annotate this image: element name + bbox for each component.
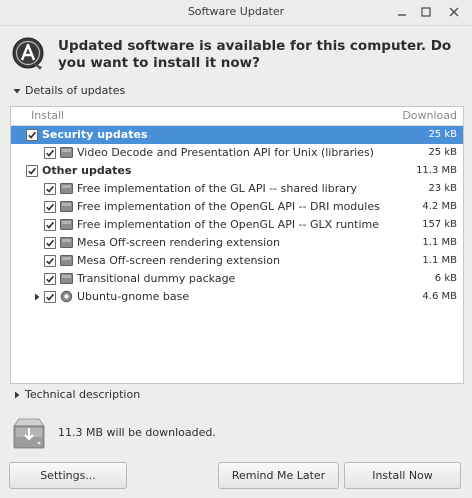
technical-description-expander[interactable]: Technical description xyxy=(12,388,140,401)
package-icon xyxy=(60,147,73,158)
close-button[interactable] xyxy=(444,2,464,22)
expander-closed-icon xyxy=(15,391,20,398)
close-icon xyxy=(449,7,459,17)
install-checkbox[interactable] xyxy=(44,147,56,159)
expander-open-icon xyxy=(13,88,21,93)
row-label: Free implementation of the OpenGL API --… xyxy=(77,200,380,213)
minimize-button[interactable] xyxy=(392,2,412,22)
row-download-size: 1.1 MB xyxy=(422,255,457,266)
row-label: Mesa Off-screen rendering extension xyxy=(77,236,280,249)
tree-item-row[interactable]: Free implementation of the GL API -- sha… xyxy=(11,180,463,198)
row-label: Video Decode and Presentation API for Un… xyxy=(77,146,374,159)
row-download-size: 25 kB xyxy=(428,129,457,140)
tree-item-row[interactable]: Free implementation of the OpenGL API --… xyxy=(11,198,463,216)
install-checkbox[interactable] xyxy=(26,165,38,177)
gear-icon xyxy=(60,290,73,303)
package-icon xyxy=(60,183,73,194)
tree-rows: Security updates 25 kB Video Decode and Pr… xyxy=(11,126,463,306)
row-download-size: 157 kB xyxy=(422,219,457,230)
tree-item-row[interactable]: Transitional dummy package 6 kB xyxy=(11,270,463,288)
details-expander[interactable]: Details of updates xyxy=(12,84,125,97)
install-checkbox[interactable] xyxy=(44,255,56,267)
tree-group-row[interactable]: Other updates 11.3 MB xyxy=(11,162,463,180)
install-checkbox[interactable] xyxy=(44,237,56,249)
updates-tree: Install Download Security updates 25 kB Vi… xyxy=(10,106,464,384)
install-checkbox[interactable] xyxy=(44,183,56,195)
package-icon xyxy=(60,201,73,212)
row-download-size: 6 kB xyxy=(434,273,457,284)
technical-description-label: Technical description xyxy=(25,388,141,401)
maximize-icon xyxy=(421,7,431,17)
tree-item-row[interactable]: Free implementation of the OpenGL API --… xyxy=(11,216,463,234)
tree-item-row[interactable]: Video Decode and Presentation API for Un… xyxy=(11,144,463,162)
details-expander-label: Details of updates xyxy=(25,84,126,97)
row-download-size: 11.3 MB xyxy=(416,165,457,176)
row-label: Other updates xyxy=(42,164,132,177)
row-download-size: 1.1 MB xyxy=(422,237,457,248)
install-checkbox[interactable] xyxy=(26,129,38,141)
install-now-button[interactable]: Install Now xyxy=(344,462,461,489)
download-size-text: 11.3 MB will be downloaded. xyxy=(58,426,216,439)
row-download-size: 4.6 MB xyxy=(422,291,457,302)
package-icon xyxy=(60,219,73,230)
package-icon xyxy=(60,255,73,266)
header-message: Updated software is available for this c… xyxy=(58,38,452,71)
row-label: Ubuntu-gnome base xyxy=(77,290,190,303)
install-checkbox[interactable] xyxy=(44,291,56,303)
install-checkbox[interactable] xyxy=(44,201,56,213)
row-label: Mesa Off-screen rendering extension xyxy=(77,254,280,267)
maximize-button[interactable] xyxy=(416,2,436,22)
row-label: Free implementation of the GL API -- sha… xyxy=(77,182,357,195)
package-icon xyxy=(60,237,73,248)
row-label: Transitional dummy package xyxy=(77,272,236,285)
row-expander-icon[interactable] xyxy=(32,292,42,302)
column-header-download[interactable]: Download xyxy=(402,109,457,122)
settings-button[interactable]: Settings... xyxy=(9,462,127,489)
package-icon xyxy=(60,273,73,284)
row-download-size: 23 kB xyxy=(428,183,457,194)
install-checkbox[interactable] xyxy=(44,219,56,231)
remind-me-later-button[interactable]: Remind Me Later xyxy=(218,462,339,489)
software-updater-window: Software Updater Updated software is ava… xyxy=(0,0,472,498)
software-updater-icon xyxy=(10,36,46,74)
minimize-icon xyxy=(398,14,406,16)
column-header-install[interactable]: Install xyxy=(31,109,64,122)
row-label: Free implementation of the OpenGL API --… xyxy=(77,218,380,231)
disk-icon xyxy=(11,416,47,450)
tree-item-row[interactable]: Mesa Off-screen rendering extension 1.1 M… xyxy=(11,234,463,252)
tree-header: Install Download xyxy=(11,107,463,126)
tree-group-row[interactable]: Security updates 25 kB xyxy=(11,126,463,144)
row-download-size: 4.2 MB xyxy=(422,201,457,212)
title-bar: Software Updater xyxy=(0,0,472,26)
install-checkbox[interactable] xyxy=(44,273,56,285)
tree-item-row[interactable]: Mesa Off-screen rendering extension 1.1 M… xyxy=(11,252,463,270)
row-download-size: 25 kB xyxy=(428,147,457,158)
tree-item-row[interactable]: Ubuntu-gnome base 4.6 MB xyxy=(11,288,463,306)
row-label: Security updates xyxy=(42,128,148,141)
